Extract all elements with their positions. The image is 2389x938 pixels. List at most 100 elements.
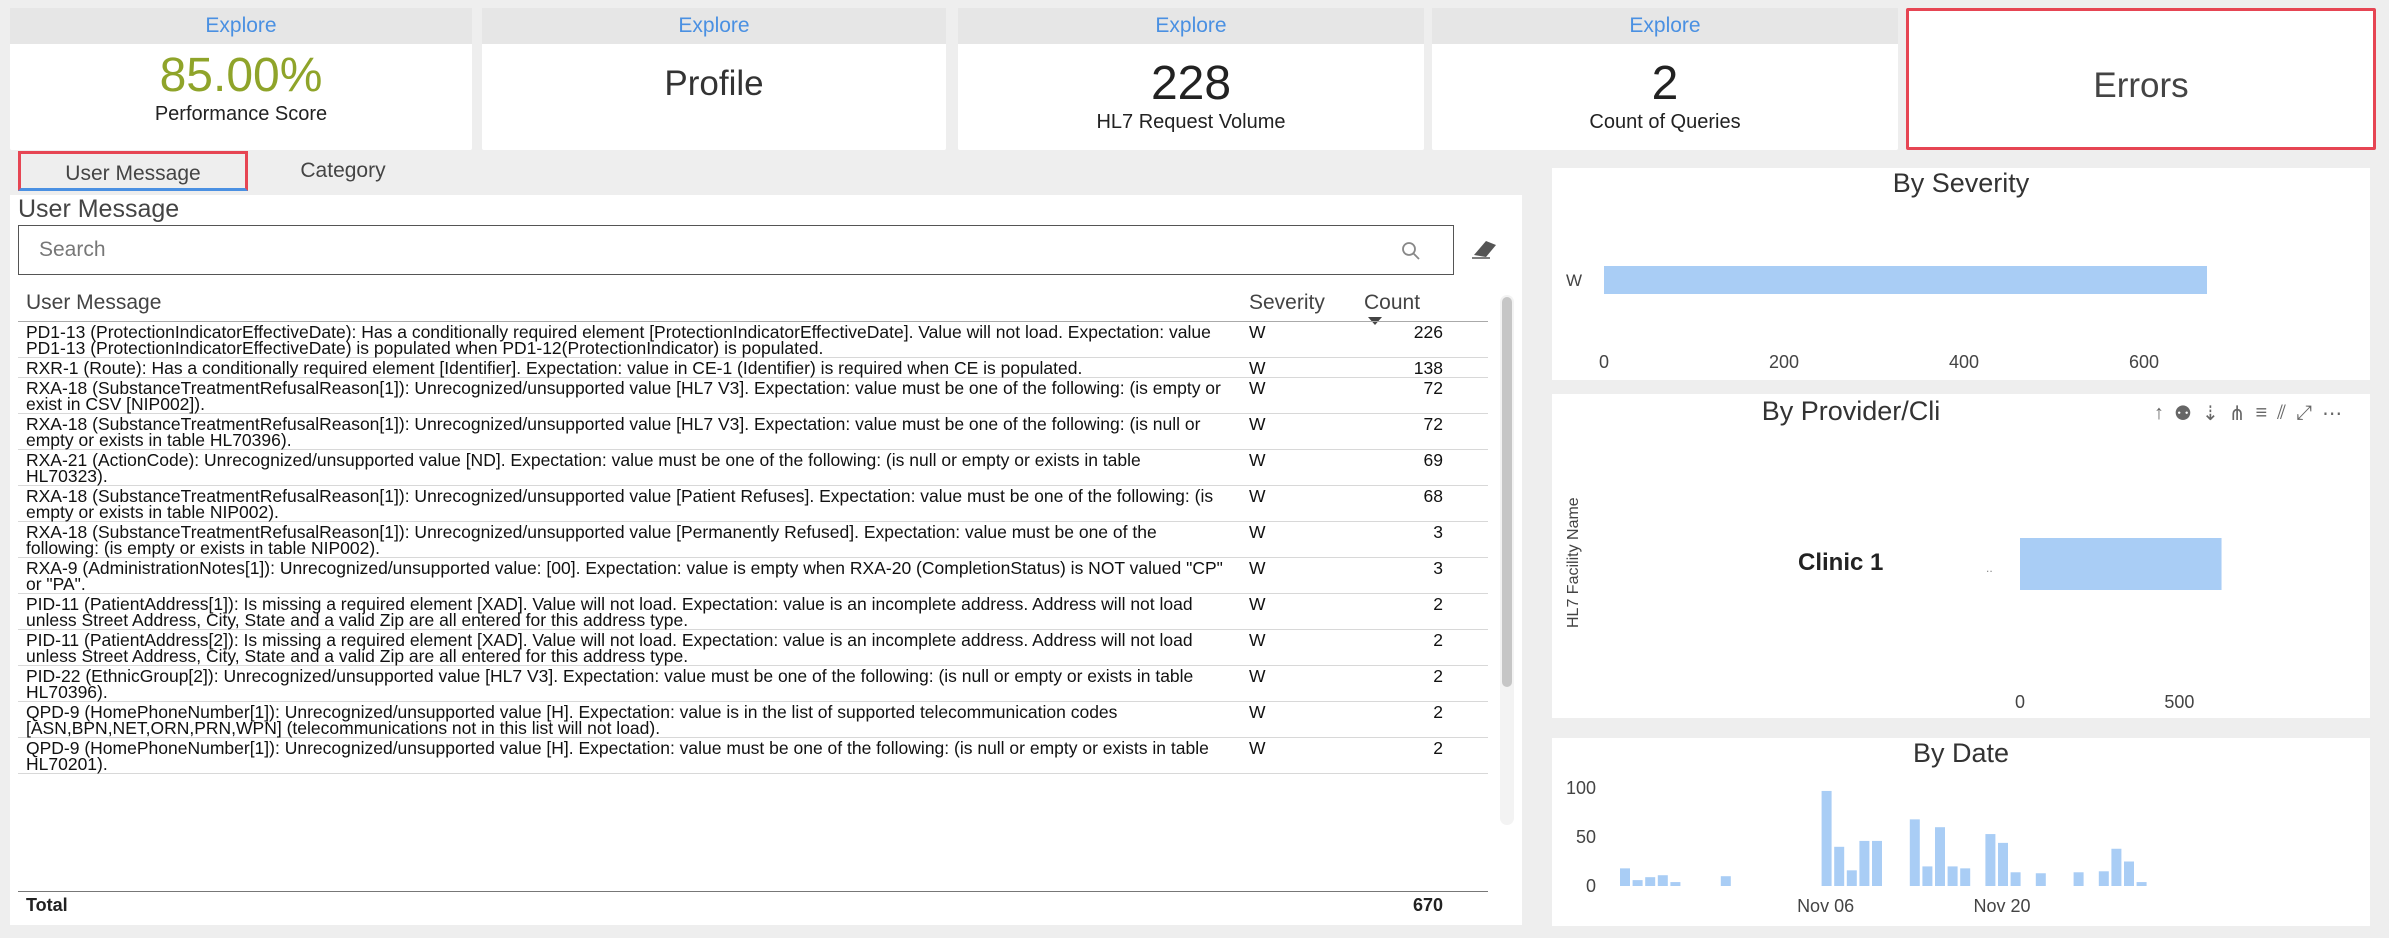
severity-cell: W xyxy=(1249,738,1266,758)
message-table: User Message Severity Count PD1-13 (Prot… xyxy=(18,291,1488,921)
count-cell: 72 xyxy=(1423,378,1443,398)
provider-chart-panel: By Provider/Cli ↑ ⚉ ⇣ ⋔ ≡ ⫽ ⤢ ⋯ HL7 Faci… xyxy=(1552,394,2370,718)
panel-title: User Message xyxy=(18,195,180,223)
severity-cell: W xyxy=(1249,630,1266,650)
message-cell: PID-11 (PatientAddress[1]): Is missing a… xyxy=(26,594,1193,630)
explore-link[interactable]: Explore xyxy=(1432,8,1898,44)
table-row[interactable]: PD1-13 (ProtectionIndicatorEffectiveDate… xyxy=(18,322,1488,358)
date-bar xyxy=(2073,872,2084,886)
query-count-label: Count of Queries xyxy=(1589,111,1741,133)
performance-score-label: Performance Score xyxy=(154,103,328,125)
x-tick-label: Nov 20 xyxy=(1973,896,2030,916)
explore-link[interactable]: Explore xyxy=(482,8,946,44)
count-cell: 2 xyxy=(1433,666,1443,686)
severity-cell: W xyxy=(1249,702,1266,722)
message-cell: QPD-9 (HomePhoneNumber[1]): Unrecognized… xyxy=(26,738,1209,774)
y-tick-label: 100 xyxy=(1566,778,1596,798)
explore-link[interactable]: Explore xyxy=(10,8,472,44)
severity-cell: W xyxy=(1249,594,1266,614)
message-cell: RXA-21 (ActionCode): Unrecognized/unsupp… xyxy=(26,450,1141,486)
date-bar xyxy=(1645,877,1656,886)
severity-cell: W xyxy=(1249,378,1266,398)
y-tick-label: 50 xyxy=(1576,827,1596,847)
explore-link[interactable]: Explore xyxy=(958,8,1424,44)
table-row[interactable]: PID-11 (PatientAddress[1]): Is missing a… xyxy=(18,594,1488,630)
table-row[interactable]: QPD-9 (HomePhoneNumber[1]): Unrecognized… xyxy=(18,738,1488,774)
scrollbar-thumb[interactable] xyxy=(1502,297,1512,687)
date-bar xyxy=(1632,880,1643,886)
query-count-value: 2 xyxy=(1651,57,1679,110)
tick-label: 600 xyxy=(2129,352,2159,372)
message-cell: QPD-9 (HomePhoneNumber[1]): Unrecognized… xyxy=(26,702,1118,738)
search-icon[interactable] xyxy=(1399,239,1423,263)
date-bar xyxy=(1720,876,1731,886)
errors-label: Errors xyxy=(2093,66,2189,105)
date-bar xyxy=(2124,861,2134,886)
date-bar xyxy=(1620,868,1630,886)
ellipsis-label: .. xyxy=(1986,561,1993,575)
table-row[interactable]: PID-11 (PatientAddress[2]): Is missing a… xyxy=(18,630,1488,666)
count-cell: 2 xyxy=(1433,594,1443,614)
table-row[interactable]: RXA-18 (SubstanceTreatmentRefusalReason[… xyxy=(18,378,1488,414)
y-tick-label: 0 xyxy=(1586,876,1596,896)
table-row[interactable]: RXA-18 (SubstanceTreatmentRefusalReason[… xyxy=(18,414,1488,450)
total-value: 670 xyxy=(1412,895,1443,915)
count-cell: 2 xyxy=(1433,738,1443,758)
message-cell: RXA-18 (SubstanceTreatmentRefusalReason[… xyxy=(26,378,1221,414)
table-row[interactable]: QPD-9 (HomePhoneNumber[1]): Unrecognized… xyxy=(18,702,1488,738)
count-cell: 3 xyxy=(1433,558,1443,578)
errors-card[interactable]: Errors xyxy=(1906,8,2376,150)
tab-category[interactable]: Category xyxy=(268,151,418,191)
table-row[interactable]: PID-22 (EthnicGroup[2]): Unrecognized/un… xyxy=(18,666,1488,702)
count-cell: 69 xyxy=(1423,450,1443,470)
severity-cell: W xyxy=(1249,358,1266,378)
provider-chart: HL7 Facility Name Clinic 1 .. 0 500 xyxy=(1565,497,2222,712)
date-bar xyxy=(1909,819,1920,886)
tick-label: 0 xyxy=(1599,352,1609,372)
profile-card[interactable]: Explore Profile xyxy=(482,8,946,150)
request-volume-value: 228 xyxy=(1150,57,1232,110)
table-row[interactable]: RXA-9 (AdministrationNotes[1]): Unrecogn… xyxy=(18,558,1488,594)
message-cell: RXA-18 (SubstanceTreatmentRefusalReason[… xyxy=(26,522,1157,558)
date-bar xyxy=(1872,840,1882,886)
count-cell: 2 xyxy=(1433,630,1443,650)
table-row[interactable]: RXA-18 (SubstanceTreatmentRefusalReason[… xyxy=(18,486,1488,522)
date-bar xyxy=(1670,882,1681,886)
severity-cell: W xyxy=(1249,450,1266,470)
count-cell: 72 xyxy=(1423,414,1443,434)
count-cell: 68 xyxy=(1423,486,1443,506)
severity-cell: W xyxy=(1249,322,1266,342)
severity-cell: W xyxy=(1249,558,1266,578)
query-count-card: Explore 2 Count of Queries xyxy=(1432,8,1898,150)
provider-bar xyxy=(2020,538,2222,590)
severity-chart: W 0 200 400 600 xyxy=(1566,266,2207,372)
table-row[interactable]: RXA-18 (SubstanceTreatmentRefusalReason[… xyxy=(18,522,1488,558)
eraser-icon[interactable] xyxy=(1468,235,1502,261)
date-bar xyxy=(1821,790,1832,886)
date-bar xyxy=(1935,827,1945,886)
column-header-severity[interactable]: Severity xyxy=(1249,291,1325,315)
table-body[interactable]: PD1-13 (ProtectionIndicatorEffectiveDate… xyxy=(18,321,1488,881)
table-row[interactable]: RXA-21 (ActionCode): Unrecognized/unsupp… xyxy=(18,450,1488,486)
category-label: Clinic 1 xyxy=(1798,549,1883,576)
count-cell: 138 xyxy=(1413,358,1443,378)
message-cell: PD1-13 (ProtectionIndicatorEffectiveDate… xyxy=(26,322,1211,358)
table-scrollbar[interactable] xyxy=(1500,295,1514,825)
profile-label: Profile xyxy=(664,64,764,103)
search-input[interactable] xyxy=(19,226,1453,274)
tab-user-message[interactable]: User Message xyxy=(18,151,248,191)
tick-label: 200 xyxy=(1769,352,1799,372)
date-bar xyxy=(1985,834,1996,886)
date-bar xyxy=(2010,872,2021,886)
table-row[interactable]: RXR-1 (Route): Has a conditionally requi… xyxy=(18,358,1488,378)
column-header-message[interactable]: User Message xyxy=(26,291,161,315)
date-bar xyxy=(1998,842,2008,886)
message-cell: RXA-18 (SubstanceTreatmentRefusalReason[… xyxy=(26,414,1201,450)
count-cell: 226 xyxy=(1413,322,1443,342)
date-bar xyxy=(1960,868,1971,886)
severity-bar xyxy=(1604,266,2207,294)
x-tick-label: Nov 06 xyxy=(1797,896,1854,916)
column-header-count[interactable]: Count xyxy=(1364,291,1420,315)
date-bar xyxy=(1657,875,1668,886)
message-cell: PID-22 (EthnicGroup[2]): Unrecognized/un… xyxy=(26,666,1194,702)
